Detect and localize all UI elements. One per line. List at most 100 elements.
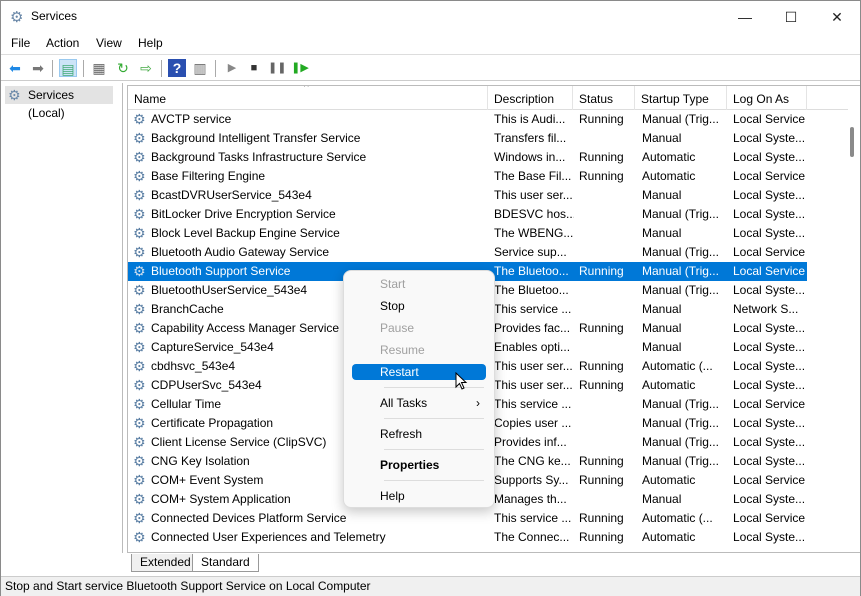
menu-item-stop[interactable]: Stop xyxy=(352,298,486,314)
cell-description: Service sup... xyxy=(494,245,567,259)
cell-log-on-as: Local Syste... xyxy=(733,207,806,221)
cell-startup-type: Manual (Trig... xyxy=(642,264,719,278)
cell-log-on-as: Local Syste... xyxy=(733,226,806,240)
menu-item-help[interactable]: Help xyxy=(352,488,486,504)
service-row[interactable]: ⚙ Connected Devices Platform Service This … xyxy=(128,509,807,528)
close-button[interactable]: ✕ xyxy=(814,5,860,29)
cell-description: Copies user ... xyxy=(494,416,572,430)
cell-name: Bluetooth Audio Gateway Service xyxy=(151,245,330,259)
show-hide-console-tree-icon[interactable]: ▤ xyxy=(59,59,77,77)
service-gear-icon: ⚙ xyxy=(133,187,146,203)
service-row[interactable]: ⚙ Background Intelligent Transfer Service… xyxy=(128,129,807,148)
service-gear-icon: ⚙ xyxy=(133,415,146,431)
service-row[interactable]: ⚙ Base Filtering Engine The Base Fil... Run… xyxy=(128,167,807,186)
properties-icon[interactable]: ▦ xyxy=(90,59,108,77)
restart-service-icon[interactable]: ❚▶ xyxy=(291,59,309,77)
cell-log-on-as: Local Syste... xyxy=(733,150,806,164)
scrollbar-thumb[interactable] xyxy=(850,127,854,157)
menu-item-properties[interactable]: Properties xyxy=(352,457,486,473)
column-header-log-on-as[interactable]: Log On As xyxy=(727,86,807,110)
menu-item-start[interactable]: Start xyxy=(352,276,486,292)
cell-description: Provides fac... xyxy=(494,321,571,335)
menu-help[interactable]: Help xyxy=(138,36,163,50)
menu-item-pause[interactable]: Pause xyxy=(352,320,486,336)
cell-log-on-as: Local Syste... xyxy=(733,492,806,506)
cell-description: This service ... xyxy=(494,302,572,316)
start-service-icon[interactable]: ▶ xyxy=(223,59,241,77)
tab-extended[interactable]: Extended xyxy=(131,554,200,572)
service-gear-icon: ⚙ xyxy=(133,339,146,355)
cell-status: Running xyxy=(579,150,624,164)
vertical-scrollbar[interactable] xyxy=(846,85,860,553)
service-row[interactable]: ⚙ Block Level Backup Engine Service The WB… xyxy=(128,224,807,243)
menu-item-all-tasks[interactable]: All Tasks › xyxy=(352,395,486,411)
service-row[interactable]: ⚙ BitLocker Drive Encryption Service BDESV… xyxy=(128,205,807,224)
cell-log-on-as: Local Syste... xyxy=(733,454,806,468)
cell-log-on-as: Local Syste... xyxy=(733,188,806,202)
cell-log-on-as: Local Syste... xyxy=(733,131,806,145)
cell-description: Transfers fil... xyxy=(494,131,567,145)
cell-startup-type: Automatic xyxy=(642,530,696,544)
cell-log-on-as: Local Service xyxy=(733,112,806,126)
cell-startup-type: Automatic xyxy=(642,473,696,487)
refresh-icon[interactable]: ↻ xyxy=(114,59,132,77)
service-gear-icon: ⚙ xyxy=(133,225,146,241)
cell-startup-type: Manual xyxy=(642,131,682,145)
cell-startup-type: Manual xyxy=(642,302,682,316)
service-row[interactable]: ⚙ Bluetooth Audio Gateway Service Service … xyxy=(128,243,807,262)
back-icon[interactable]: ⬅ xyxy=(6,59,24,77)
stop-service-icon[interactable]: ■ xyxy=(245,59,263,77)
column-header-status[interactable]: Status xyxy=(573,86,635,110)
cell-name: BcastDVRUserService_543e4 xyxy=(151,188,312,202)
cell-description: Enables opti... xyxy=(494,340,571,354)
cell-description: This user ser... xyxy=(494,359,573,373)
menu-item-refresh[interactable]: Refresh xyxy=(352,426,486,442)
cell-name: Block Level Backup Engine Service xyxy=(151,226,340,240)
cell-startup-type: Manual (Trig... xyxy=(642,435,719,449)
menu-action[interactable]: Action xyxy=(46,36,79,50)
cell-log-on-as: Local Service xyxy=(733,397,806,411)
cell-log-on-as: Local Syste... xyxy=(733,378,806,392)
tab-standard[interactable]: Standard xyxy=(192,554,259,572)
service-row[interactable]: ⚙ BcastDVRUserService_543e4 This user ser.… xyxy=(128,186,807,205)
forward-icon[interactable]: ➡ xyxy=(29,59,47,77)
cell-description: Supports Sy... xyxy=(494,473,569,487)
cell-startup-type: Automatic (... xyxy=(642,511,713,525)
export-list-icon[interactable]: ⇨ xyxy=(137,59,155,77)
menu-bar: File Action View Help xyxy=(1,33,860,53)
cell-name: Background Intelligent Transfer Service xyxy=(151,131,361,145)
column-header-description[interactable]: Description xyxy=(488,86,573,110)
menu-item-resume[interactable]: Resume xyxy=(352,342,486,358)
service-gear-icon: ⚙ xyxy=(133,510,146,526)
cell-log-on-as: Local Syste... xyxy=(733,321,806,335)
maximize-button[interactable]: ☐ xyxy=(768,5,814,29)
show-action-pane-icon[interactable]: ▥ xyxy=(191,59,209,77)
pause-service-icon[interactable]: ❚❚ xyxy=(268,59,286,77)
service-gear-icon: ⚙ xyxy=(133,320,146,336)
cell-startup-type: Manual xyxy=(642,188,682,202)
help-icon[interactable]: ? xyxy=(168,59,186,77)
cell-description: Manages th... xyxy=(494,492,567,506)
toolbar: ⬅ ➡ ▤ ▦ ↻ ⇨ ? ▥ ▶ ■ ❚❚ ❚▶ xyxy=(1,54,860,81)
service-row[interactable]: ⚙ AVCTP service This is Audi... Running Manu… xyxy=(128,110,807,129)
minimize-button[interactable]: — xyxy=(722,5,768,29)
service-row[interactable]: ⚙ Connected User Experiences and Telemetr… xyxy=(128,528,807,547)
cell-startup-type: Manual xyxy=(642,340,682,354)
cell-status: Running xyxy=(579,169,624,183)
column-header-startup-type[interactable]: Startup Type xyxy=(635,86,727,110)
cell-description: This user ser... xyxy=(494,378,573,392)
cell-startup-type: Manual (Trig... xyxy=(642,454,719,468)
cell-log-on-as: Local Service xyxy=(733,473,806,487)
cell-status: Running xyxy=(579,530,624,544)
menu-view[interactable]: View xyxy=(96,36,122,50)
cell-description: This service ... xyxy=(494,511,572,525)
window-title: Services xyxy=(31,9,78,23)
cell-name: AVCTP service xyxy=(151,112,232,126)
tree-item-services-local[interactable]: ⚙ Services (Local) xyxy=(5,86,113,120)
cell-description: This service ... xyxy=(494,397,572,411)
gear-icon: ⚙ xyxy=(8,87,21,103)
service-row[interactable]: ⚙ Background Tasks Infrastructure Service… xyxy=(128,148,807,167)
cell-startup-type: Manual xyxy=(642,492,682,506)
menu-file[interactable]: File xyxy=(11,36,30,50)
status-bar: Stop and Start service Bluetooth Support… xyxy=(1,576,860,596)
